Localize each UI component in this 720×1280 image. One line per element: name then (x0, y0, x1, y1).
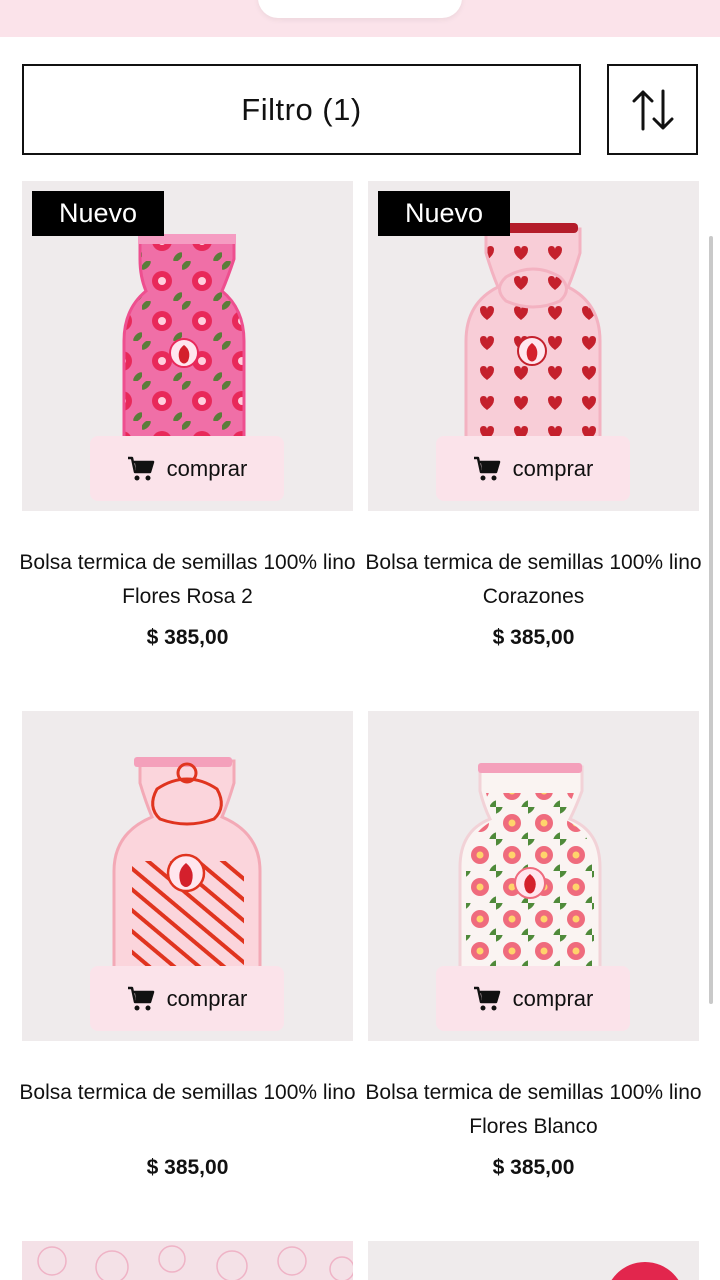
cart-icon (473, 456, 500, 480)
product-image-partial[interactable] (22, 1241, 353, 1280)
sort-button[interactable] (607, 64, 698, 155)
product-image[interactable]: Nuevo comprar (22, 181, 353, 511)
product-title[interactable]: Bolsa termica de semillas 100% lino (12, 1076, 363, 1110)
filter-label: Filtro (1) (241, 91, 362, 127)
buy-button[interactable]: comprar (90, 436, 284, 501)
header-pill[interactable] (258, 0, 462, 18)
filter-button[interactable]: Filtro (1) (22, 64, 581, 155)
scrollbar[interactable] (709, 236, 713, 1004)
new-badge: Nuevo (378, 191, 510, 236)
buy-label: comprar (166, 455, 248, 481)
sort-arrows-icon (632, 89, 673, 130)
buy-label: comprar (512, 985, 594, 1011)
product-title[interactable]: Bolsa termica de semillas 100% lino Flor… (12, 546, 363, 614)
product-price: $ 385,00 (146, 626, 229, 649)
product-image[interactable]: Nuevo comprar (368, 181, 699, 511)
buy-label: comprar (166, 985, 248, 1011)
product-image[interactable]: comprar (22, 711, 353, 1041)
product-price: $ 385,00 (492, 626, 575, 649)
floral-pattern-image (37, 1245, 353, 1280)
cart-icon (127, 986, 154, 1010)
buy-label: comprar (512, 455, 594, 481)
product-price: $ 385,00 (146, 1156, 229, 1179)
new-badge: Nuevo (32, 191, 164, 236)
product-price: $ 385,00 (492, 1156, 575, 1179)
buy-button[interactable]: comprar (436, 966, 630, 1031)
buy-button[interactable]: comprar (90, 966, 284, 1031)
product-image[interactable]: comprar (368, 711, 699, 1041)
cart-icon (127, 456, 154, 480)
product-title[interactable]: Bolsa termica de semillas 100% lino Flor… (358, 1076, 709, 1144)
product-title[interactable]: Bolsa termica de semillas 100% lino Cora… (358, 546, 709, 614)
buy-button[interactable]: comprar (436, 436, 630, 501)
cart-icon (473, 986, 500, 1010)
